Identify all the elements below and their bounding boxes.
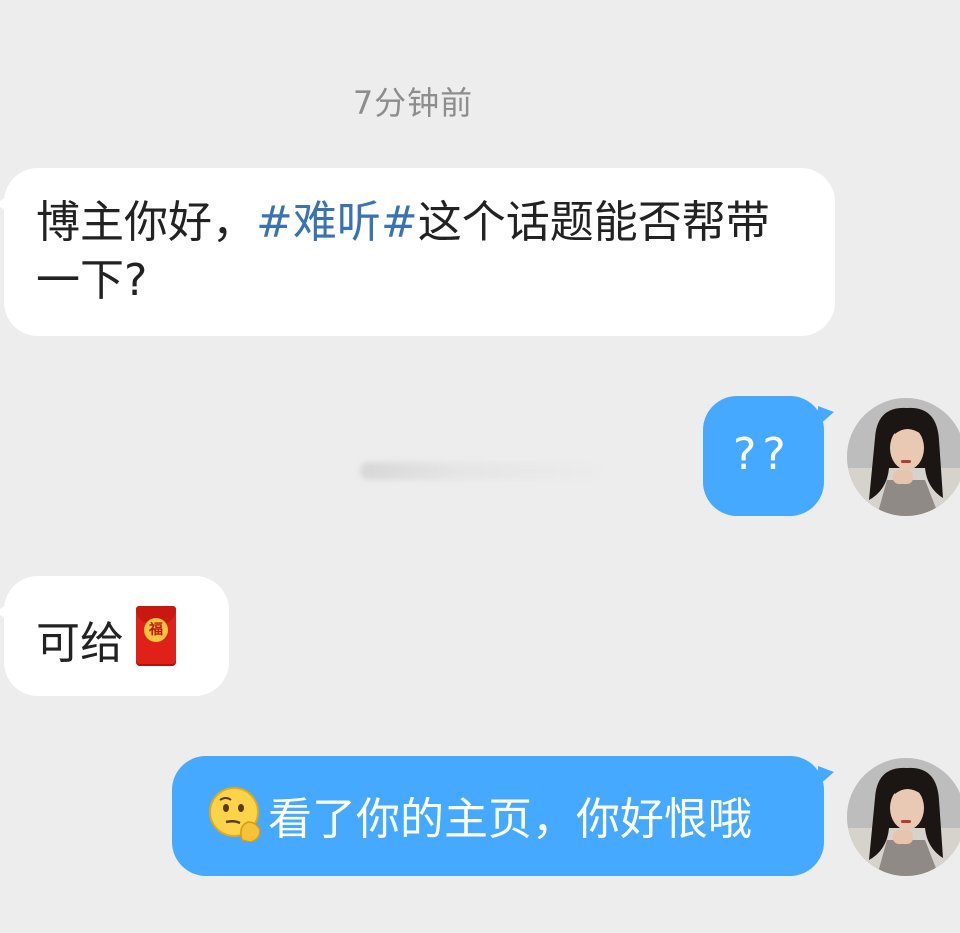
- bubble-tail: [818, 406, 834, 426]
- message-bubble-incoming[interactable]: 可给福: [0, 576, 229, 696]
- avatar[interactable]: [847, 398, 960, 516]
- chat-timestamp: 7分钟前: [352, 84, 474, 122]
- thinking-face-icon: [209, 787, 261, 842]
- blurred-redacted-content: [360, 462, 600, 480]
- message-bubble-incoming[interactable]: 博主你好，#难听#这个话题能否帮带一下?: [0, 168, 835, 336]
- message-text: 看了你的主页，你好恨哦: [268, 794, 752, 845]
- message-text: 可给: [36, 618, 124, 669]
- topic-link[interactable]: #难听#: [256, 197, 418, 248]
- bubble-tail: [818, 766, 834, 786]
- red-envelope-char: 福: [144, 618, 168, 642]
- message-bubble-outgoing[interactable]: 看了你的主页，你好恨哦: [172, 756, 834, 876]
- avatar-photo-icon: [847, 398, 960, 516]
- red-envelope-icon: 福: [136, 606, 176, 666]
- avatar[interactable]: [847, 758, 960, 876]
- message-text: 博主你好，: [36, 197, 256, 248]
- bubble-tail: [0, 194, 10, 214]
- avatar-photo-icon: [847, 758, 960, 876]
- bubble-tail: [0, 602, 10, 622]
- message-text: ??: [733, 429, 792, 480]
- message-bubble-outgoing[interactable]: ??: [703, 396, 834, 516]
